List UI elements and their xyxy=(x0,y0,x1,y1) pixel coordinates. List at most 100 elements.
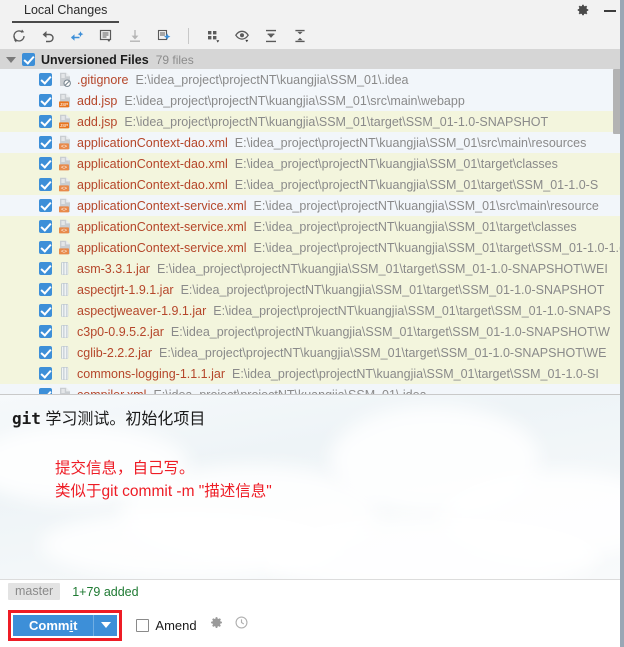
file-name: c3p0-0.9.5.2.jar xyxy=(77,324,164,339)
refresh-button[interactable] xyxy=(9,26,29,46)
file-checkbox[interactable] xyxy=(39,178,52,191)
table-row[interactable]: <> applicationContext-service.xml E:\idea_… xyxy=(0,216,622,237)
file-checkbox[interactable] xyxy=(39,136,52,149)
table-row[interactable]: commons-logging-1.1.1.jar E:\idea_project… xyxy=(0,363,622,384)
table-row[interactable]: <> applicationContext-service.xml E:\idea_… xyxy=(0,237,622,258)
show-diff-button[interactable] xyxy=(96,26,116,46)
table-row[interactable]: aspectjrt-1.9.1.jar E:\idea_project\proje… xyxy=(0,279,622,300)
jar-file-icon xyxy=(61,262,69,275)
collapse-all-button[interactable] xyxy=(290,26,310,46)
expand-all-button[interactable] xyxy=(261,26,281,46)
commit-sparkle-icon xyxy=(157,29,171,41)
commit-history-clock-icon[interactable] xyxy=(234,615,249,635)
jsp-file-icon: JSP xyxy=(59,114,70,129)
commit-button-highlight: Comm i t xyxy=(8,609,123,641)
table-row[interactable]: <> compiler.xml E:\idea_project\projectNT\… xyxy=(0,384,622,394)
jar-file-icon xyxy=(58,345,72,360)
file-path: E:\idea_project\projectNT\kuangjia\SSM_0… xyxy=(234,135,587,150)
file-path: E:\idea_project\projectNT\kuangjia\SSM_0… xyxy=(124,93,465,108)
chevron-down-icon[interactable] xyxy=(6,56,16,63)
file-checkbox[interactable] xyxy=(39,73,52,86)
file-path: E:\idea_project\projectNT\kuangjia\SSM_0… xyxy=(253,240,622,255)
tab-local-changes[interactable]: Local Changes xyxy=(12,0,120,23)
jar-file-icon xyxy=(61,283,69,296)
jar-file-icon xyxy=(58,282,72,297)
xml-file-icon: <> xyxy=(58,156,72,171)
file-checkbox[interactable] xyxy=(39,157,52,170)
group-by-button[interactable] xyxy=(203,26,223,46)
table-row[interactable]: c3p0-0.9.5.2.jar E:\idea_project\projectN… xyxy=(0,321,622,342)
commit-dropdown-arrow[interactable] xyxy=(93,614,118,636)
toolbar xyxy=(0,23,622,50)
table-row[interactable]: <> applicationContext-service.xml E:\idea_… xyxy=(0,195,622,216)
file-checkbox[interactable] xyxy=(39,283,52,296)
rollback-button[interactable] xyxy=(38,26,58,46)
xml-file-icon: <> xyxy=(58,135,72,150)
xml-file-icon: <> xyxy=(59,219,70,234)
file-checkbox[interactable] xyxy=(39,94,52,107)
commit-message-area[interactable]: git 学习测试。初始化项目 提交信息，自己写。 类似于git commit -… xyxy=(0,395,622,580)
table-row[interactable]: JSP add.jsp E:\idea_project\projectNT\kuan… xyxy=(0,90,622,111)
table-row[interactable]: JSP add.jsp E:\idea_project\projectNT\kuan… xyxy=(0,111,622,132)
preview-diff-button[interactable] xyxy=(232,26,252,46)
file-name: cglib-2.2.2.jar xyxy=(77,345,153,360)
minimize-icon[interactable] xyxy=(604,4,616,16)
file-name: applicationContext-service.xml xyxy=(77,198,247,213)
xml-file-icon: <> xyxy=(59,240,70,255)
commit-message-text[interactable]: git 学习测试。初始化项目 xyxy=(0,395,622,429)
file-checkbox[interactable] xyxy=(39,367,52,380)
title-bar: Local Changes xyxy=(0,0,622,23)
table-row[interactable]: <> applicationContext-dao.xml E:\idea_proj… xyxy=(0,153,622,174)
group-file-count: 79 files xyxy=(155,52,194,67)
svg-text:<>: <> xyxy=(61,186,67,192)
jar-file-icon xyxy=(61,367,69,380)
xml-file-icon: <> xyxy=(59,198,70,213)
group-checkbox[interactable] xyxy=(22,53,35,66)
commit-button[interactable]: Comm i t xyxy=(13,614,94,636)
window-right-border xyxy=(620,0,622,647)
jar-file-icon xyxy=(61,304,69,317)
file-checkbox[interactable] xyxy=(39,304,52,317)
file-path: E:\idea_project\projectNT\kuangjia\SSM_0… xyxy=(135,72,409,87)
table-row[interactable]: <> applicationContext-dao.xml E:\idea_proj… xyxy=(0,132,622,153)
amend-checkbox[interactable] xyxy=(136,618,150,632)
file-checkbox[interactable] xyxy=(39,325,52,338)
file-checkbox[interactable] xyxy=(39,346,52,359)
commit-sparkle-button[interactable] xyxy=(154,26,174,46)
jsp-file-icon: JSP xyxy=(59,93,70,108)
gear-icon[interactable] xyxy=(576,3,590,17)
svg-text:JSP: JSP xyxy=(60,123,68,128)
commit-message-body: 学习测试。初始化项目 xyxy=(45,411,206,428)
shelve-silently-button[interactable] xyxy=(67,26,87,46)
table-row[interactable]: <> applicationContext-dao.xml E:\idea_proj… xyxy=(0,174,622,195)
file-checkbox[interactable] xyxy=(39,220,52,233)
annotation-line-1: 提交信息，自己写。 xyxy=(55,460,195,477)
amend-label: Amend xyxy=(155,617,197,633)
file-checkbox[interactable] xyxy=(39,388,52,394)
group-row-unversioned-files[interactable]: Unversioned Files 79 files xyxy=(0,50,622,69)
xml-file-icon: <> xyxy=(59,177,70,192)
table-row[interactable]: asm-3.3.1.jar E:\idea_project\projectNT\k… xyxy=(0,258,622,279)
jar-file-icon xyxy=(58,366,72,381)
table-row[interactable]: cglib-2.2.2.jar E:\idea_project\projectNT… xyxy=(0,342,622,363)
file-checkbox[interactable] xyxy=(39,262,52,275)
refresh-icon xyxy=(13,29,25,43)
file-name: applicationContext-dao.xml xyxy=(77,177,228,192)
get-from-vcs-button[interactable] xyxy=(125,26,145,46)
xml-file-icon: <> xyxy=(58,387,72,394)
commit-settings-gear-icon[interactable] xyxy=(209,615,224,635)
file-checkbox[interactable] xyxy=(39,241,52,254)
file-path: E:\idea_project\projectNT\kuangjia\SSM_0… xyxy=(232,366,599,381)
xml-file-icon: <> xyxy=(58,177,72,192)
amend-option[interactable]: Amend xyxy=(136,617,197,633)
table-row[interactable]: aspectjweaver-1.9.1.jar E:\idea_project\p… xyxy=(0,300,622,321)
file-path: E:\idea_project\projectNT\kuangjia\SSM_0… xyxy=(124,114,549,129)
changes-tree[interactable]: Unversioned Files 79 files .gitignore E:\… xyxy=(0,50,622,395)
eye-icon xyxy=(235,30,249,43)
commit-message-git-word: git xyxy=(12,409,41,428)
table-row[interactable]: .gitignore E:\idea_project\projectNT\kuan… xyxy=(0,69,622,90)
file-checkbox[interactable] xyxy=(39,115,52,128)
expand-all-icon xyxy=(266,29,276,43)
file-name: applicationContext-service.xml xyxy=(77,240,247,255)
file-checkbox[interactable] xyxy=(39,199,52,212)
